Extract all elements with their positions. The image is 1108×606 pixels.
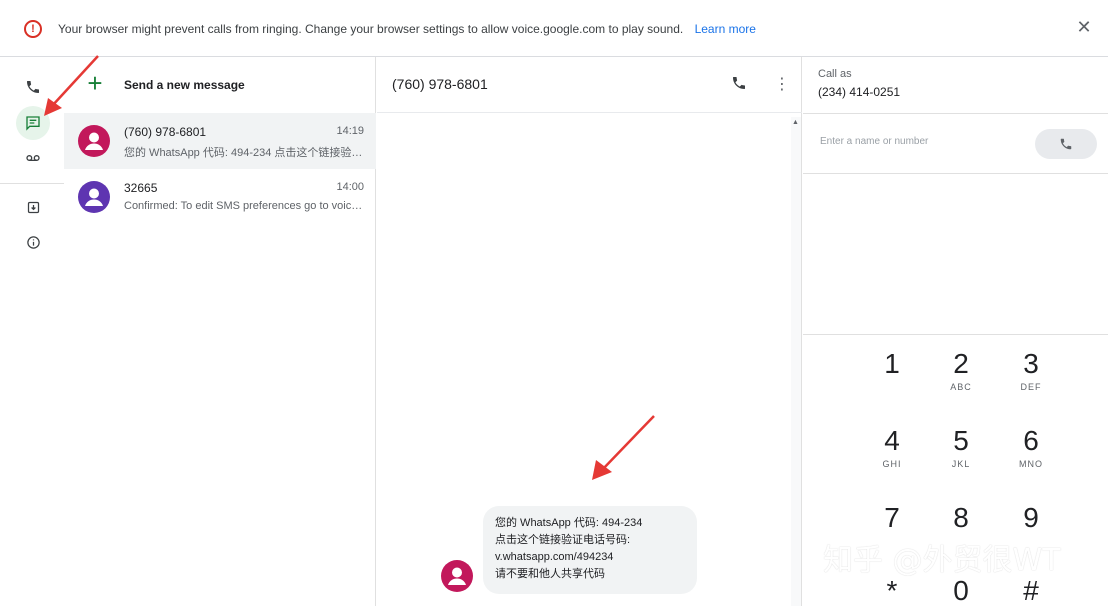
message-link[interactable]: v.whatsapp.com/494234 [495, 549, 685, 566]
nav-divider [0, 183, 64, 184]
dial-key-hash[interactable]: # [996, 575, 1066, 606]
avatar [78, 125, 110, 157]
dial-key-1[interactable]: 1 [857, 348, 927, 418]
conversation-preview: Confirmed: To edit SMS preferences go to… [124, 200, 364, 212]
dial-key-6[interactable]: 6 MNO [996, 425, 1066, 495]
voicemail-icon[interactable] [16, 141, 50, 175]
scroll-up-icon[interactable]: ▲ [792, 119, 799, 126]
archive-icon[interactable] [16, 190, 50, 224]
dial-key-0[interactable]: 0 [926, 575, 996, 606]
send-new-message-label: Send a new message [124, 78, 245, 92]
conversation-item[interactable]: 32665 14:00 Confirmed: To edit SMS prefe… [64, 169, 376, 225]
message-bubble: 您的 WhatsApp 代码: 494-234 点击这个链接验证电话号码: v.… [483, 506, 697, 594]
messages-icon[interactable] [16, 106, 50, 140]
dialer-panel: Call as (234) 414-0251 1 2ABC 3DEF 4GHI … [803, 57, 1108, 606]
info-icon[interactable] [16, 225, 50, 259]
avatar [441, 560, 473, 592]
scrollbar[interactable]: ▲ [791, 117, 801, 606]
calls-icon[interactable] [16, 70, 50, 104]
notification-banner: ! Your browser might prevent calls from … [0, 0, 1108, 57]
avatar [78, 181, 110, 213]
banner-message: Your browser might prevent calls from ri… [58, 22, 756, 36]
warning-icon: ! [24, 20, 42, 38]
conversation-preview: 您的 WhatsApp 代码: 494-234 点击这个链接验证电话号码 [124, 147, 364, 159]
divider [803, 173, 1108, 174]
divider [803, 113, 1108, 114]
call-button[interactable] [1035, 129, 1097, 159]
thread-header: (760) 978-6801 ⋮ [377, 57, 802, 113]
dial-input[interactable] [820, 131, 1020, 151]
dial-key-3[interactable]: 3 DEF [996, 348, 1066, 418]
divider [803, 334, 1108, 335]
more-options-icon[interactable]: ⋮ [774, 75, 790, 95]
dial-key-star[interactable]: * [857, 575, 927, 606]
nav-rail [0, 57, 64, 606]
conversation-time: 14:19 [336, 125, 364, 137]
thread-title: (760) 978-6801 [392, 76, 488, 92]
call-icon[interactable] [731, 75, 751, 95]
conversation-name: 32665 [124, 181, 158, 195]
conversation-list: + Send a new message (760) 978-6801 14:1… [64, 57, 376, 606]
dial-key-4[interactable]: 4 GHI [857, 425, 927, 495]
caller-id-label: Call as [818, 68, 852, 80]
phone-icon [1060, 138, 1072, 150]
dial-key-5[interactable]: 5 JKL [926, 425, 996, 495]
caller-id-selector[interactable]: (234) 414-0251 [818, 85, 900, 99]
conversation-time: 14:00 [336, 181, 364, 193]
message-thread: (760) 978-6801 ⋮ ▲ 您的 WhatsApp 代码: 494-2… [377, 57, 802, 606]
learn-more-link[interactable]: Learn more [695, 22, 756, 36]
conversation-item[interactable]: (760) 978-6801 14:19 您的 WhatsApp 代码: 494… [64, 113, 376, 169]
close-icon[interactable]: ✕ [1074, 17, 1094, 37]
dial-key-2[interactable]: 2 ABC [926, 348, 996, 418]
plus-icon: + [87, 68, 103, 98]
conversation-name: (760) 978-6801 [124, 125, 207, 139]
send-new-message-button[interactable]: + Send a new message [64, 57, 376, 113]
watermark: 知乎 @外贸很WT [823, 543, 1061, 578]
